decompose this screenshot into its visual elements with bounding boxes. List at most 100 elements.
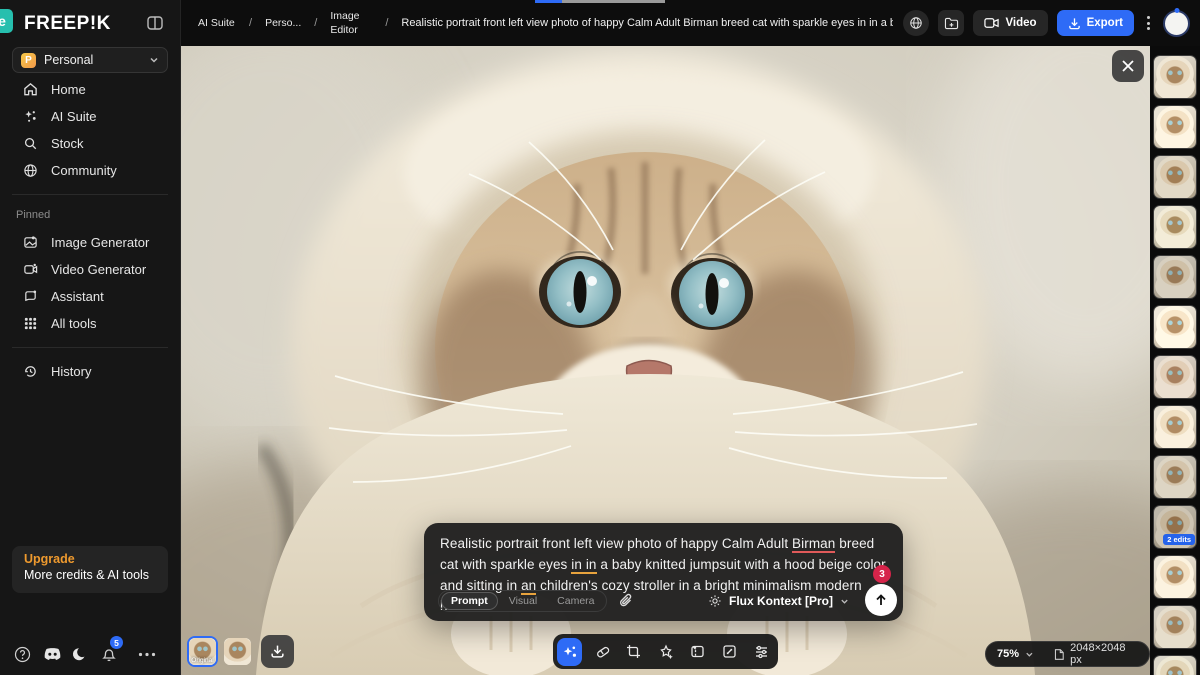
paperclip-icon [619,593,634,609]
sidebar-item-image-generator[interactable]: Image Generator [0,229,180,256]
history-thumbnail[interactable] [1153,655,1197,675]
suggestion-count-badge[interactable]: 3 [873,565,891,583]
sidebar-item-label: Assistant [51,289,104,304]
thumbnail-image [224,638,251,665]
chevron-down-icon[interactable] [1025,650,1034,659]
more-icon[interactable] [138,643,167,665]
editor-canvas[interactable]: Realistic portrait front left view photo… [181,46,1150,675]
grid-icon [23,316,38,331]
thumbnail-image [1154,606,1196,648]
tool-ai-select[interactable] [557,638,582,666]
crop-icon [626,644,641,659]
freepik-logo[interactable]: FREEP!K [24,13,111,35]
export-button[interactable]: Export [1057,10,1134,36]
tab-prompt[interactable]: Prompt [441,592,498,610]
prompt-box[interactable]: Realistic portrait front left view photo… [424,523,903,621]
sidebar-item-label: AI Suite [51,109,97,124]
video-button[interactable]: Video [973,10,1047,36]
extension-letter: e [0,13,6,29]
breadcrumb-ai-suite[interactable]: AI Suite [198,16,236,30]
tool-flip[interactable] [685,638,710,666]
history-thumbnail[interactable] [1153,55,1197,99]
header-actions: Video Export [903,0,1190,46]
gear-icon [708,594,722,608]
thumbnail-image [1154,656,1196,675]
sidebar-item-label: Image Generator [51,235,149,250]
chevron-down-icon [149,55,159,65]
thumbnail-image [1154,156,1196,198]
sidebar-item-assistant[interactable]: Assistant [0,283,180,310]
model-selector[interactable]: Flux Kontext [Pro] [708,594,849,608]
tool-scale[interactable] [717,638,742,666]
history-thumbnail[interactable] [1153,305,1197,349]
history-thumbnail[interactable] [1153,555,1197,599]
send-prompt-button[interactable] [865,584,897,616]
tool-magic-edit[interactable] [653,638,678,666]
edits-count-badge: 2 edits [1163,534,1195,545]
language-globe-button[interactable] [903,10,929,36]
left-sidebar: FREEP!K P Personal Home AI Suite Stock [0,0,181,675]
zoom-level-dropdown[interactable]: 75% [997,648,1019,660]
export-button-label: Export [1087,17,1123,29]
pinned-section-label: Pinned [0,205,180,229]
thumbnail-image [1154,206,1196,248]
prompt-segment-flagged[interactable]: in in [571,557,596,574]
browser-extension-badge[interactable]: e [0,9,13,33]
history-thumbnail[interactable] [1153,105,1197,149]
tab-camera[interactable]: Camera [548,593,603,609]
sidebar-item-all-tools[interactable]: All tools [0,310,180,337]
model-label: Flux Kontext [Pro] [729,594,833,608]
download-version-button[interactable] [261,635,294,668]
sidebar-item-label: History [51,364,91,379]
prompt-segment-flagged[interactable]: Birman [792,536,835,553]
sidebar-item-ai-suite[interactable]: AI Suite [0,103,180,130]
sidebar-item-label: All tools [51,316,97,331]
breadcrumb-personal[interactable]: Perso... [265,16,301,30]
sidebar-item-video-generator[interactable]: Video Generator [0,256,180,283]
attach-file-button[interactable] [619,593,634,609]
tool-eraser[interactable] [589,638,614,666]
notifications-bell[interactable]: 5 [101,643,130,665]
history-thumbnail[interactable] [1153,405,1197,449]
kebab-menu-icon[interactable] [1143,16,1154,30]
moon-icon[interactable] [72,643,101,665]
add-to-folder-button[interactable] [938,10,964,36]
generation-history-panel[interactable]: 2 edits [1150,46,1200,675]
sidebar-footer: 5 [0,643,181,665]
discord-icon[interactable] [43,643,72,665]
sidebar-item-stock[interactable]: Stock [0,130,180,157]
history-thumbnail[interactable] [1153,205,1197,249]
history-thumbnail[interactable] [1153,255,1197,299]
history-thumbnail[interactable] [1153,355,1197,399]
version-thumb-edited[interactable] [222,636,253,667]
breadcrumb-current-prompt[interactable]: Realistic portrait front left view photo… [401,17,893,29]
breadcrumb: AI Suite / Perso... / Image Editor / Rea… [198,9,893,37]
workspace-label: Personal [44,53,141,67]
history-thumbnail[interactable] [1153,155,1197,199]
user-avatar[interactable] [1163,10,1190,37]
sidebar-item-history[interactable]: History [0,358,180,385]
assistant-icon [23,289,38,304]
history-thumbnail[interactable] [1153,605,1197,649]
thumbnail-image [1154,306,1196,348]
tool-crop[interactable] [621,638,646,666]
image-icon [23,235,38,250]
close-editor-button[interactable] [1112,50,1144,82]
history-thumbnail-with-edits[interactable]: 2 edits [1153,505,1197,549]
version-thumb-original[interactable]: Original [187,636,218,667]
thumbnail-image [1154,106,1196,148]
prompt-controls: Prompt Visual Camera Flux Kontext [Pro] [438,588,893,614]
tool-adjust[interactable] [749,638,774,666]
ai-select-icon [562,644,578,660]
workspace-selector[interactable]: P Personal [12,47,168,73]
tab-visual[interactable]: Visual [500,593,546,609]
breadcrumb-separator: / [249,17,252,29]
breadcrumb-image-editor[interactable]: Image Editor [330,9,372,37]
help-icon[interactable] [14,643,43,665]
sidebar-item-community[interactable]: Community [0,157,180,184]
collapse-panel-icon[interactable] [146,14,164,32]
history-thumbnail[interactable] [1153,455,1197,499]
eraser-icon [594,644,610,660]
sidebar-item-home[interactable]: Home [0,76,180,103]
upgrade-card[interactable]: Upgrade More credits & AI tools [12,546,168,593]
